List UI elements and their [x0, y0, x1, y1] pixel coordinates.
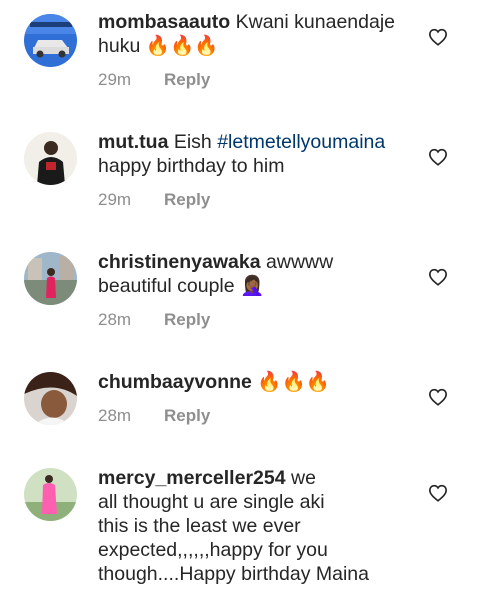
comment-body-line2: happy birthday to him: [98, 155, 285, 177]
comment-text: mombasaauto Kwani kunaendaje huku 🔥🔥🔥: [98, 10, 418, 58]
comment-text: christinenyawaka awwww beautiful couple …: [98, 250, 418, 298]
reply-button[interactable]: Reply: [164, 190, 210, 209]
comment-username[interactable]: chumbaayvonne: [98, 371, 252, 393]
comment-time: 29m: [98, 70, 132, 89]
comment-time: 29m: [98, 190, 132, 209]
car-avatar-icon: [24, 14, 77, 67]
comment-username[interactable]: christinenyawaka: [98, 251, 261, 273]
person-avatar-icon: [24, 132, 77, 185]
comment-meta: 28m Reply: [98, 406, 210, 426]
comment-username[interactable]: mut.tua: [98, 131, 168, 153]
comment-text: mercy_merceller254 we all thought u are …: [98, 466, 418, 586]
hashtag-link[interactable]: #letmetellyoumaina: [217, 131, 385, 153]
heart-outline-icon[interactable]: [428, 268, 448, 286]
person-avatar-icon: [24, 372, 77, 425]
comment-body-line2: huku 🔥🔥🔥: [98, 35, 219, 57]
comment-body-line1: we: [291, 467, 316, 489]
avatar[interactable]: [24, 14, 77, 67]
comment-meta: 29m Reply: [98, 70, 210, 90]
comment-body-line1: awwww: [266, 251, 334, 273]
person-avatar-icon: [24, 468, 77, 521]
comment-body-rest: all thought u are single aki this is the…: [98, 491, 370, 585]
avatar[interactable]: [24, 132, 77, 185]
comment-time: 28m: [98, 310, 132, 329]
reply-button[interactable]: Reply: [164, 310, 210, 329]
comment-text: mut.tua Eish #letmetellyoumaina happy bi…: [98, 130, 418, 178]
heart-outline-icon[interactable]: [428, 484, 448, 502]
comment-time: 28m: [98, 406, 132, 425]
comment-text: chumbaayvonne 🔥🔥🔥: [98, 370, 418, 394]
avatar[interactable]: [24, 468, 77, 521]
avatar[interactable]: [24, 252, 77, 305]
comment-body-line1: 🔥🔥🔥: [257, 371, 331, 393]
person-avatar-icon: [24, 252, 77, 305]
heart-outline-icon[interactable]: [428, 28, 448, 46]
reply-button[interactable]: Reply: [164, 406, 210, 425]
comment-username[interactable]: mercy_merceller254: [98, 467, 286, 489]
heart-outline-icon[interactable]: [428, 388, 448, 406]
comment-meta: 28m Reply: [98, 310, 210, 330]
reply-button[interactable]: Reply: [164, 70, 210, 89]
heart-outline-icon[interactable]: [428, 148, 448, 166]
comment-meta: 29m Reply: [98, 190, 210, 210]
comment-body-line1: Kwani kunaendaje: [235, 11, 395, 33]
comment-body-line2: beautiful couple 🤦🏾‍♀️: [98, 275, 265, 297]
avatar[interactable]: [24, 372, 77, 425]
comment-body-line1: Eish: [173, 131, 212, 153]
comment-username[interactable]: mombasaauto: [98, 11, 230, 33]
